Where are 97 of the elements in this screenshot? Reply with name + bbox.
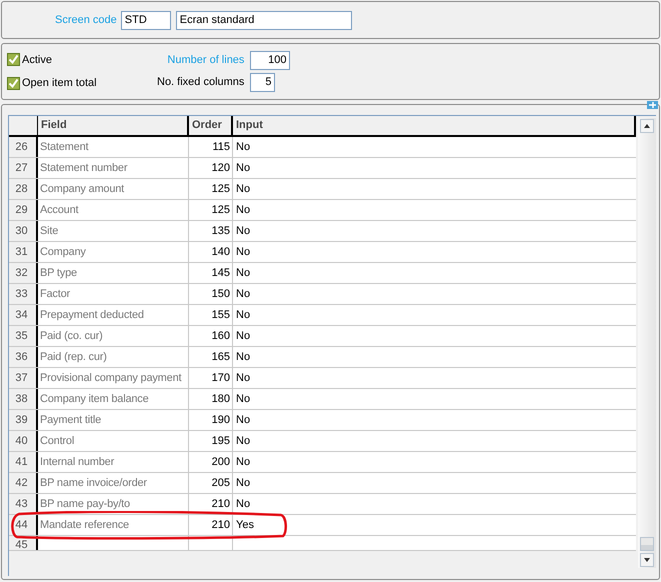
table-cell: BP type: [38, 263, 189, 283]
checkbox[interactable]: [7, 76, 20, 90]
table-cell-text: Yes: [235, 518, 255, 533]
row-number: 32: [9, 263, 38, 283]
table-cell: 140: [189, 242, 233, 262]
table-cell-text: No: [235, 476, 252, 491]
column-header[interactable]: Order: [189, 116, 233, 135]
table-cell: 210: [189, 515, 233, 535]
table-cell-text: No: [235, 287, 252, 302]
description-field[interactable]: Ecran standard: [176, 10, 352, 30]
row-number: 33: [9, 284, 38, 304]
table-cell: 170: [189, 368, 233, 388]
table-cell-text: No: [235, 350, 252, 365]
table-cell-text: No: [235, 266, 252, 281]
table-cell: 210: [189, 494, 233, 514]
table-cell-text: No: [235, 329, 252, 344]
table-cell-text: No: [235, 497, 252, 512]
table-cell-text: No: [235, 413, 252, 428]
table-cell-text: No: [235, 224, 252, 239]
row-number: 26: [9, 137, 38, 157]
table-cell: 135: [189, 221, 233, 241]
checkbox-label: Active: [22, 52, 52, 68]
table-cell: 125: [189, 200, 233, 220]
row-number: 41: [9, 452, 38, 472]
table-cell: 125: [189, 179, 233, 199]
table-cell: Factor: [38, 284, 189, 304]
table-cell: Payment title: [38, 410, 189, 430]
fixed-columns-label: No. fixed columns: [157, 75, 244, 90]
table-cell: Company item balance: [38, 389, 189, 409]
table-cell: Control: [38, 431, 189, 451]
row-number: 38: [9, 389, 38, 409]
row-number: 30: [9, 221, 38, 241]
table-cell: 165: [189, 347, 233, 367]
row-number: 29: [9, 200, 38, 220]
row-number: 36: [9, 347, 38, 367]
screen-code-label: Screen code: [55, 12, 117, 28]
fixed-columns-field[interactable]: 5: [250, 73, 276, 92]
row-number: 37: [9, 368, 38, 388]
table-cell: Company amount: [38, 179, 189, 199]
scroll-up-icon[interactable]: [640, 119, 654, 133]
row-number: 27: [9, 158, 38, 178]
column-header[interactable]: Field: [38, 116, 189, 135]
number-of-lines-label: Number of lines: [166, 53, 244, 68]
table-cell: Account: [38, 200, 189, 220]
check-icon: [8, 78, 19, 89]
row-number: 28: [9, 179, 38, 199]
table-cell: Paid (co. cur): [38, 326, 189, 346]
table-cell: Prepayment deducted: [38, 305, 189, 325]
scroll-down-icon[interactable]: [640, 553, 654, 567]
scroll-thumb[interactable]: [640, 537, 654, 551]
table-cell: 180: [189, 389, 233, 409]
table-cell: BP name pay-by/to: [38, 494, 189, 514]
table-cell-text: No: [235, 161, 252, 176]
table-cell: Internal number: [38, 452, 189, 472]
check-icon: [8, 54, 19, 66]
row-number: 31: [9, 242, 38, 262]
table-cell: 160: [189, 326, 233, 346]
table-cell-text: No: [235, 434, 252, 449]
scrollbar[interactable]: [638, 118, 656, 568]
row-number: 34: [9, 305, 38, 325]
table-cell-text: No: [235, 203, 252, 218]
table-cell-text: No: [235, 308, 252, 323]
table-cell: Company: [38, 242, 189, 262]
expand-icon[interactable]: [647, 101, 658, 109]
screen-code-field[interactable]: STD: [120, 10, 171, 30]
table-cell: 120: [189, 158, 233, 178]
row-number: 39: [9, 410, 38, 430]
table-cell-text: No: [235, 371, 252, 386]
table-cell: Mandate reference: [38, 515, 189, 535]
number-of-lines-field[interactable]: 100: [250, 51, 290, 70]
table-cell-text: No: [235, 182, 252, 197]
table-cell: Paid (rep. cur): [38, 347, 189, 367]
table-cell: 150: [189, 284, 233, 304]
table-cell: 155: [189, 305, 233, 325]
row-number: 35: [9, 326, 38, 346]
table-cell: BP name invoice/order: [38, 473, 189, 493]
row-number: 43: [9, 494, 38, 514]
table-cell-text: No: [235, 245, 252, 260]
table-cell: 145: [189, 263, 233, 283]
column-header[interactable]: Input: [233, 116, 636, 135]
table-cell-text: No: [235, 140, 252, 155]
table-cell: 200: [189, 452, 233, 472]
checkbox[interactable]: [7, 53, 20, 66]
table-cell-text: No: [235, 392, 252, 407]
table-cell-text: No: [235, 455, 252, 470]
table-cell: 115: [189, 137, 233, 157]
table-cell: 195: [189, 431, 233, 451]
row-number: 44: [9, 515, 38, 535]
checkbox-label: Open item total: [22, 76, 97, 91]
table-cell: 205: [189, 473, 233, 493]
table-cell: Site: [38, 221, 189, 241]
table-cell: Provisional company payment: [38, 368, 189, 388]
row-number: 40: [9, 431, 38, 451]
table-cell: Statement: [38, 137, 189, 157]
table-cell: 190: [189, 410, 233, 430]
table-cell: Statement number: [38, 158, 189, 178]
row-number: 42: [9, 473, 38, 493]
